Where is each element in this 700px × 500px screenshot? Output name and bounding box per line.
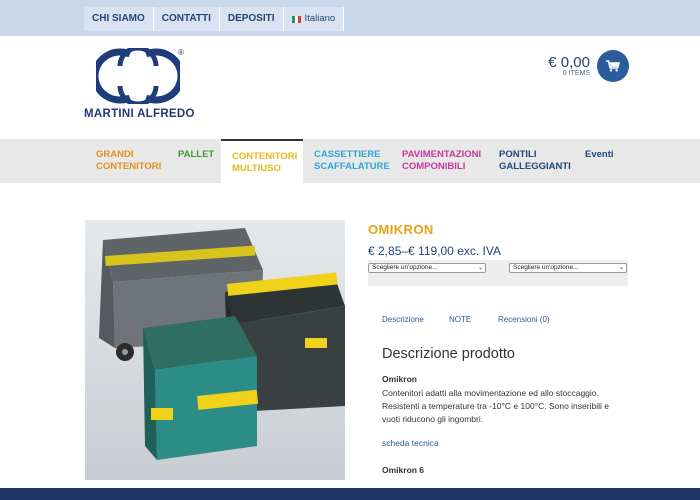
- product-image[interactable]: [85, 220, 345, 480]
- description-heading: Descrizione prodotto: [382, 346, 515, 362]
- nav-pontili-galleggianti[interactable]: PONTILI GALLEGGIANTI: [499, 149, 571, 173]
- nav-pallet[interactable]: PALLET: [178, 149, 214, 161]
- tab-descrizione[interactable]: Descrizione: [382, 315, 424, 324]
- product-price: € 2,85–€ 119,00 exc. IVA: [368, 244, 501, 258]
- variant-options: Scegliere un'opzione... ⌄ Scegliere un'o…: [368, 260, 628, 286]
- datasheet-link[interactable]: scheda tecnica: [382, 438, 439, 448]
- cart-item-count: 0 ITEMS: [562, 70, 590, 77]
- main-nav: GRANDI CONTENITORI PALLET CONTENITORI MU…: [0, 139, 700, 183]
- variant-select-2-value: Scegliere un'opzione...: [513, 264, 579, 271]
- registered-mark: ®: [178, 48, 184, 57]
- top-bar: CHI SIAMO CONTATTI DEPOSITI Italiano: [0, 0, 700, 36]
- variant-select-1[interactable]: Scegliere un'opzione... ⌄: [368, 263, 486, 273]
- description-product-name: Omikron: [382, 374, 417, 384]
- description-text: Contenitori adatti alla movimentazione e…: [382, 388, 609, 424]
- nav-eventi[interactable]: Eventi: [585, 149, 614, 161]
- brand-name: MARTINI ALFREDO: [84, 108, 195, 120]
- nav-grandi-contenitori[interactable]: GRANDI CONTENITORI: [96, 149, 161, 173]
- shopping-cart-icon: [606, 60, 620, 72]
- variant-heading: Omikron 6: [382, 465, 425, 475]
- chevron-down-icon: ⌄: [618, 265, 624, 271]
- nav-contenitori-multiuso[interactable]: CONTENITORI MULTIUSO: [221, 139, 303, 183]
- logo-mark-icon: [96, 48, 180, 104]
- nav-cassettiere-scaffalature[interactable]: CASSETTIERE SCAFFALATURE: [314, 149, 390, 173]
- italy-flag-icon: [291, 15, 301, 23]
- top-nav-contatti[interactable]: CONTATTI: [153, 7, 220, 31]
- nav-pavimentazioni-componibili[interactable]: PAVIMENTAZIONI COMPONIBILI: [402, 149, 481, 173]
- cart-button[interactable]: [597, 50, 629, 82]
- footer-bar: [0, 488, 700, 500]
- variant-select-1-value: Scegliere un'opzione...: [372, 264, 438, 271]
- top-nav-chi-siamo[interactable]: CHI SIAMO: [84, 7, 154, 31]
- product-photo-containers: [85, 220, 345, 480]
- tab-recensioni[interactable]: Recensioni (0): [498, 315, 550, 324]
- top-nav-depositi[interactable]: DEPOSITI: [219, 7, 284, 31]
- cart-total[interactable]: € 0,00: [548, 54, 590, 71]
- product-title: OMIKRON: [368, 222, 434, 237]
- brand-logo[interactable]: ® MARTINI ALFREDO: [84, 48, 199, 124]
- variant-select-2[interactable]: Scegliere un'opzione... ⌄: [509, 263, 627, 273]
- chevron-down-icon: ⌄: [477, 265, 483, 271]
- tab-note[interactable]: NOTE: [449, 315, 471, 324]
- language-label: Italiano: [304, 13, 336, 24]
- language-selector[interactable]: Italiano: [283, 7, 345, 31]
- top-nav: CHI SIAMO CONTATTI DEPOSITI Italiano: [84, 7, 345, 31]
